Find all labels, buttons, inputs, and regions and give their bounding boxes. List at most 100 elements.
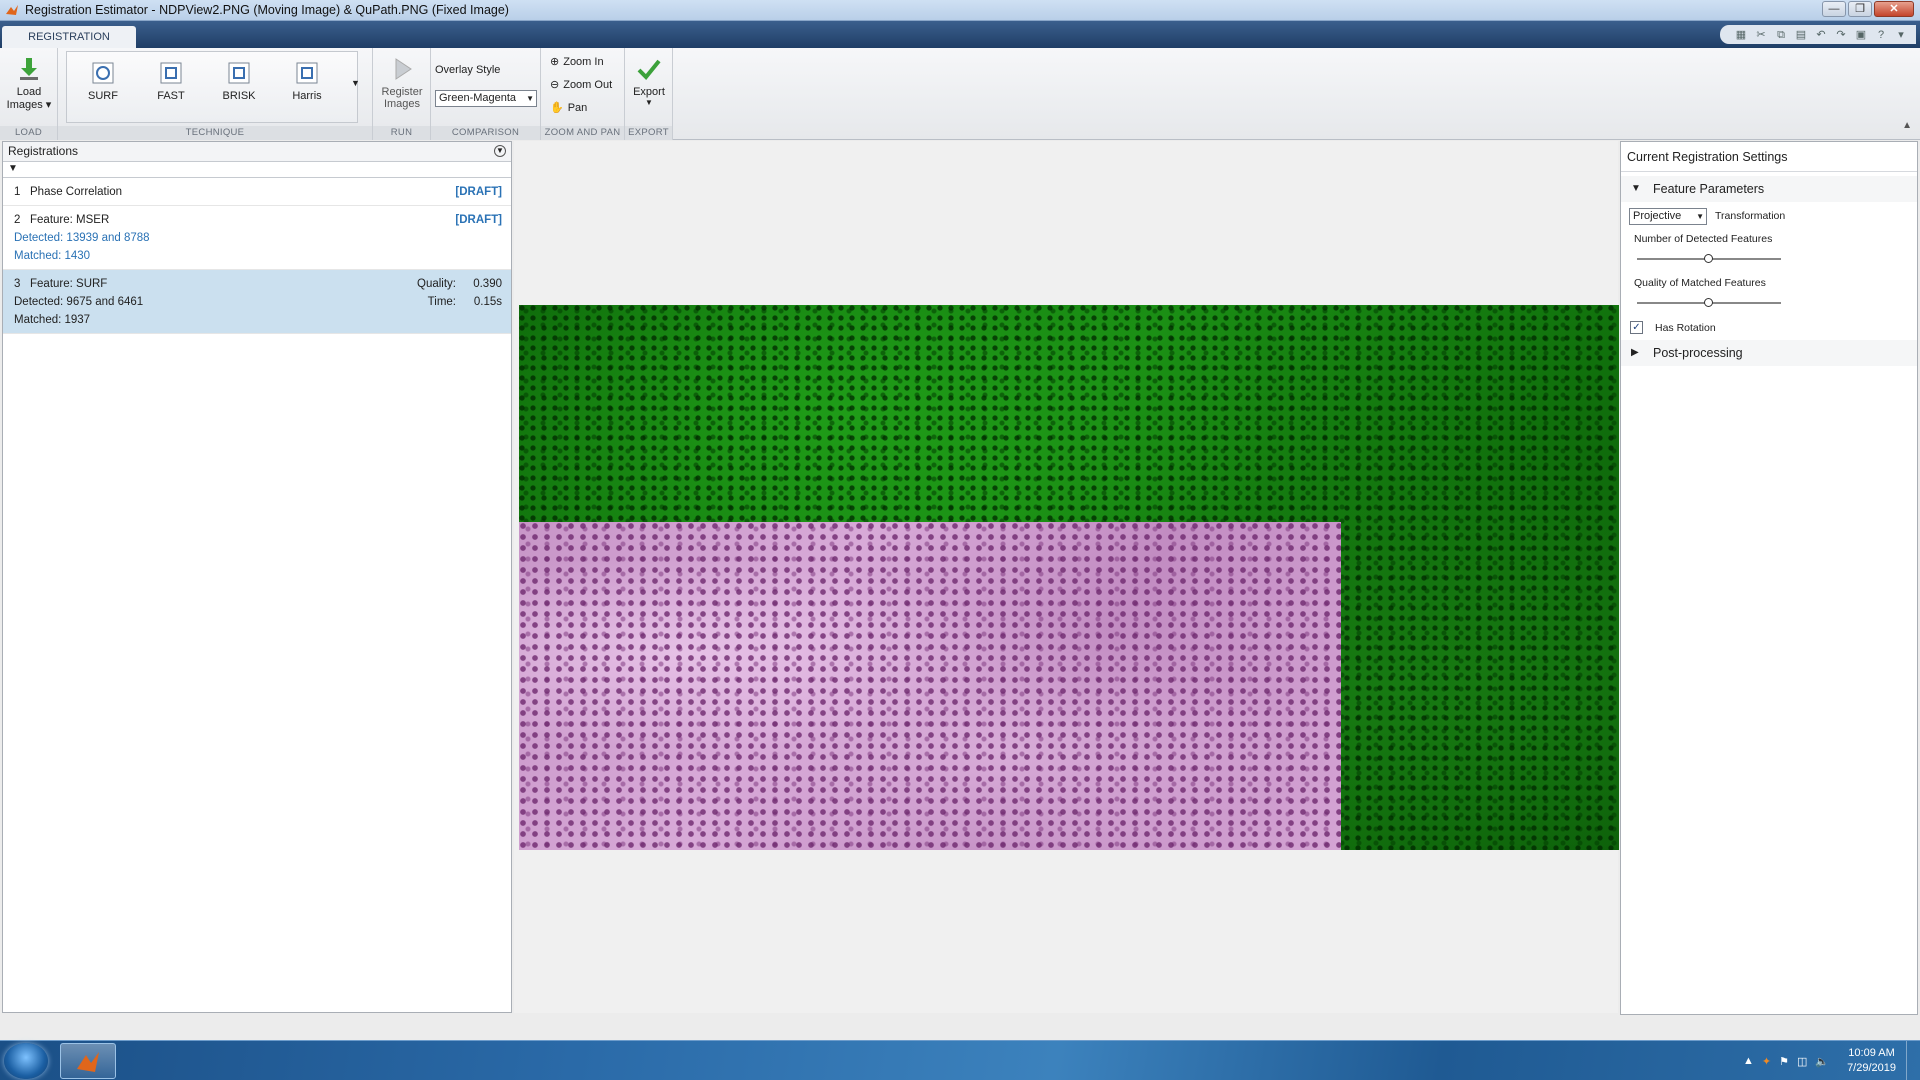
transformation-label: Transformation — [1715, 210, 1786, 222]
run-section: Register Images RUN — [373, 48, 431, 140]
time-value: 0.15s — [473, 296, 502, 308]
technique-fast-button[interactable]: FAST — [145, 60, 197, 102]
register-label-1: Register — [381, 86, 423, 98]
technique-label-fast: FAST — [157, 90, 185, 102]
chevron-down-icon: ▼ — [1696, 212, 1704, 221]
window-title: Registration Estimator - NDPView2.PNG (M… — [25, 3, 509, 17]
item-number: 3 — [14, 278, 21, 290]
settings-title: Current Registration Settings — [1621, 142, 1917, 172]
transformation-value: Projective — [1633, 210, 1682, 222]
load-images-button[interactable]: Load Images ▾ — [4, 56, 54, 111]
minimize-button[interactable]: — — [1822, 1, 1846, 17]
technique-label-harris: Harris — [292, 90, 322, 102]
chevron-down-icon: ▼ — [526, 94, 534, 103]
technique-label-brisk: BRISK — [222, 90, 256, 102]
show-desktop-button[interactable] — [1906, 1041, 1920, 1080]
section-label-run: RUN — [373, 126, 430, 140]
slider-thumb[interactable] — [1704, 298, 1713, 307]
item-matched: Matched: 1430 — [14, 250, 91, 262]
tab-strip: REGISTRATION ▦ ✂ ⧉ ▤ ↶ ↷ ▣ ? ▾ — [0, 21, 1920, 48]
hand-icon: ✋ — [550, 102, 564, 114]
overlay-style-dropdown[interactable]: Green-Magenta ▼ — [435, 90, 537, 107]
settings-panel: Current Registration Settings ▼ Feature … — [1620, 141, 1918, 1015]
draft-badge: [DRAFT] — [455, 186, 502, 198]
has-rotation-label: Has Rotation — [1655, 322, 1716, 334]
load-section: Load Images ▾ LOAD — [0, 48, 58, 140]
detected-features-slider[interactable] — [1637, 254, 1781, 264]
technique-brisk-button[interactable]: BRISK — [213, 60, 265, 102]
zoom-out-label: Zoom Out — [563, 78, 613, 91]
zoom-in-icon: ⊕ — [550, 56, 560, 68]
overlay-style-label: Overlay Style — [435, 64, 501, 76]
register-images-button[interactable]: Register Images — [377, 56, 427, 110]
has-rotation-checkbox[interactable]: ✓ — [1630, 321, 1643, 334]
section-label-zoom: ZOOM AND PAN — [541, 126, 624, 140]
restore-button[interactable]: ❐ — [1848, 1, 1872, 17]
save-icon[interactable]: ▦ — [1734, 28, 1748, 42]
slider-thumb[interactable] — [1704, 254, 1713, 263]
tray-expand-icon[interactable]: ▲ — [1743, 1055, 1754, 1067]
expanded-triangle-icon: ▼ — [1631, 183, 1641, 194]
post-processing-header[interactable]: ▶ Post-processing — [1621, 340, 1917, 366]
technique-section: SURF FAST BRISK Harris ▼ TECHNIQUE — [58, 48, 373, 140]
sort-toggle-icon[interactable]: ▼ — [8, 163, 18, 174]
volume-icon[interactable]: 🔈 — [1815, 1055, 1829, 1068]
redo-icon[interactable]: ↷ — [1834, 28, 1848, 42]
paste-icon[interactable]: ▤ — [1794, 28, 1808, 42]
quality-value: 0.390 — [473, 278, 502, 290]
undo-icon[interactable]: ↶ — [1814, 28, 1828, 42]
export-section: Export ▼ EXPORT — [625, 48, 673, 140]
network-icon[interactable]: ◫ — [1797, 1055, 1807, 1068]
register-label-2: Images — [383, 98, 421, 110]
pan-label: Pan — [567, 101, 588, 114]
system-tray: ▲ ✦ ⚑ ◫ 🔈 10:09 AM 7/29/2019 — [1743, 1041, 1896, 1080]
technique-surf-button[interactable]: SURF — [77, 60, 129, 102]
checkmark-icon — [637, 59, 661, 80]
start-button[interactable] — [4, 1043, 48, 1079]
registration-item[interactable]: 2 Feature: MSER Detected: 13939 and 8788… — [3, 206, 511, 270]
item-number: 2 — [14, 214, 21, 226]
collapsed-triangle-icon: ▶ — [1631, 347, 1639, 358]
matlab-tray-icon[interactable]: ✦ — [1762, 1055, 1771, 1068]
panel-options-icon[interactable]: ▼ — [494, 145, 506, 157]
load-label-2: Images ▾ — [6, 99, 52, 111]
brisk-icon — [228, 62, 250, 84]
help-icon[interactable]: ? — [1874, 28, 1888, 42]
cut-icon[interactable]: ✂ — [1754, 28, 1768, 42]
item-metrics: Quality: 0.390 Time: 0.15s — [417, 275, 502, 311]
clock-date: 7/29/2019 — [1847, 1062, 1896, 1074]
time-label: Time: — [427, 296, 456, 308]
section-label-load: LOAD — [0, 126, 57, 140]
technique-harris-button[interactable]: Harris — [281, 60, 333, 102]
taskbar: ▲ ✦ ⚑ ◫ 🔈 10:09 AM 7/29/2019 — [0, 1040, 1920, 1080]
item-name: Feature: MSER — [30, 214, 110, 226]
technique-gallery: SURF FAST BRISK Harris — [66, 51, 358, 123]
gallery-expand-icon[interactable]: ▼ — [351, 78, 360, 88]
quick-access-toolbar: ▦ ✂ ⧉ ▤ ↶ ↷ ▣ ? ▾ — [1720, 25, 1916, 44]
pan-button[interactable]: ✋ Pan — [550, 101, 588, 115]
layout-icon[interactable]: ▣ — [1854, 28, 1868, 42]
registration-item[interactable]: 1 Phase Correlation [DRAFT] — [3, 178, 511, 206]
registrations-header: Registrations ▼ — [3, 142, 511, 162]
close-button[interactable]: ✕ — [1874, 1, 1914, 17]
registrations-panel: Registrations ▼ ▼ 1 Phase Correlation [D… — [2, 141, 512, 1013]
transformation-dropdown[interactable]: Projective ▼ — [1629, 208, 1707, 225]
copy-icon[interactable]: ⧉ — [1774, 28, 1788, 42]
chevron-down-icon[interactable]: ▾ — [1894, 28, 1908, 42]
export-button[interactable]: Export ▼ — [627, 56, 671, 107]
clock[interactable]: 10:09 AM 7/29/2019 — [1847, 1046, 1896, 1076]
flag-icon[interactable]: ⚑ — [1779, 1055, 1789, 1068]
sort-row: ▼ — [3, 162, 511, 178]
matched-quality-slider[interactable] — [1637, 298, 1781, 308]
registration-item-selected[interactable]: 3 Feature: SURF Detected: 9675 and 6461 … — [3, 270, 511, 334]
feature-parameters-header[interactable]: ▼ Feature Parameters — [1621, 176, 1917, 202]
zoom-out-button[interactable]: ⊖ Zoom Out — [550, 78, 613, 92]
tab-registration[interactable]: REGISTRATION — [2, 26, 136, 48]
collapse-ribbon-icon[interactable]: ▲ — [1902, 120, 1912, 131]
quality-label: Quality: — [417, 278, 456, 290]
zoom-in-button[interactable]: ⊕ Zoom In — [550, 55, 604, 69]
registered-overlay-image[interactable] — [519, 305, 1619, 850]
matlab-icon — [6, 5, 18, 15]
zoom-in-label: Zoom In — [563, 55, 604, 68]
taskbar-matlab-button[interactable] — [60, 1043, 116, 1079]
